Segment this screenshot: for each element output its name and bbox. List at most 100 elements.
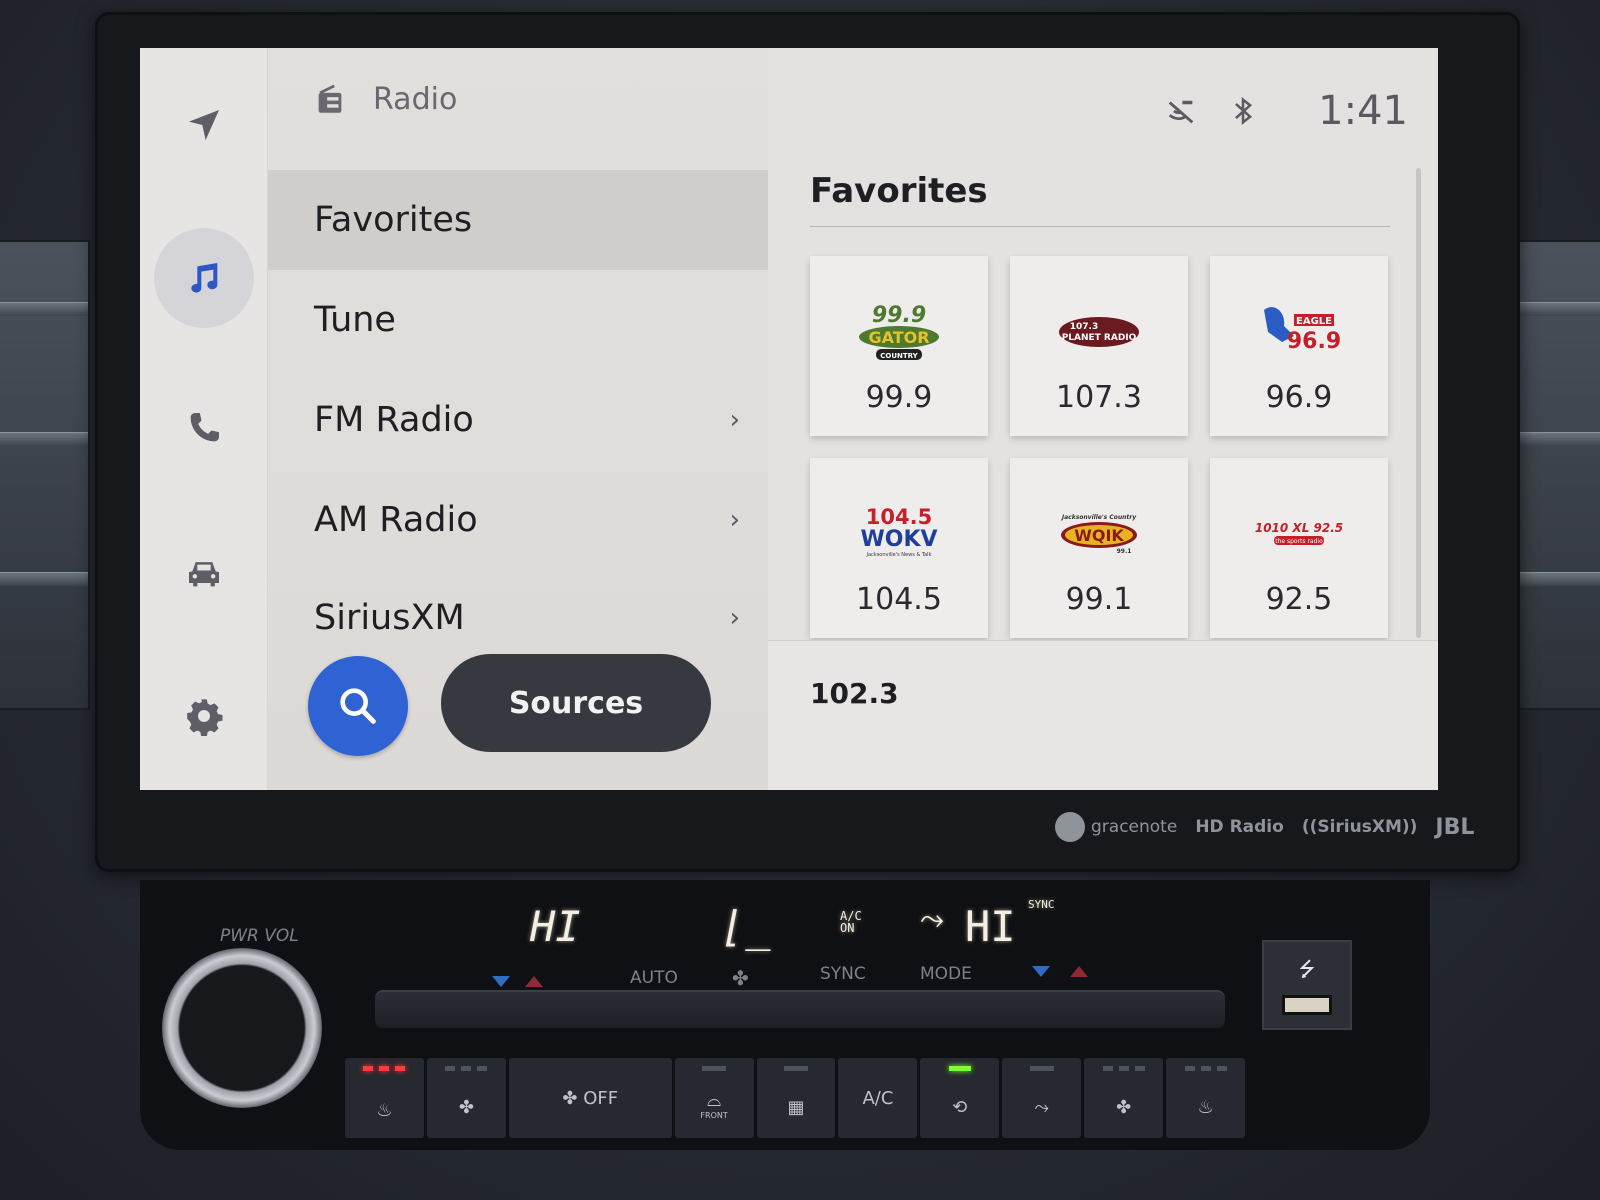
- fan-off-button[interactable]: ✤ OFF: [508, 1058, 672, 1138]
- menu-item-tune[interactable]: Tune: [268, 270, 768, 370]
- rail-item-vehicle[interactable]: [154, 523, 254, 623]
- power-volume-label: PWR VOL: [220, 926, 299, 946]
- climate-rocker-switches[interactable]: [375, 990, 1225, 1028]
- search-button[interactable]: [308, 656, 408, 756]
- station-logo: 99.9 GATOR COUNTRY: [839, 300, 959, 364]
- hd-radio-logo: HD Radio: [1195, 817, 1284, 837]
- menu-item-label: FM Radio: [314, 400, 474, 440]
- infotainment-screen: Radio Favorites Tune FM Radio › AM Radio…: [140, 48, 1438, 790]
- svg-text:Jacksonville's Country: Jacksonville's Country: [1061, 514, 1137, 521]
- driver-temperature: HI: [530, 902, 581, 951]
- heated-seat-icon: ♨: [376, 1099, 393, 1121]
- front-defrost-label: FRONT: [700, 1111, 728, 1120]
- fan-icon: ✤: [562, 1087, 578, 1109]
- rocker-label-auto: AUTO: [630, 968, 678, 988]
- favorites-title: Favorites: [810, 171, 988, 211]
- favorite-tile[interactable]: 107.3 PLANET RADIO 107.3: [1010, 256, 1188, 436]
- menu-item-am-radio[interactable]: AM Radio ›: [268, 470, 768, 570]
- usb-port[interactable]: ⭍: [1262, 940, 1352, 1030]
- wireless-charging-off-icon: [1168, 100, 1194, 124]
- station-logo: 1010 XL 92.5 the sports radio: [1239, 502, 1359, 566]
- climate-control-panel: PWR VOL HI ⌊_ A/C ON ⤳ HI SYNC AUTO ✤ SY…: [140, 880, 1430, 1150]
- rail-item-settings[interactable]: [154, 666, 254, 766]
- rocker-label-mode: MODE: [920, 964, 972, 984]
- airflow-mode-indicator: ⤳: [920, 902, 944, 937]
- fan-speed-indicator: ⌊_: [720, 902, 771, 951]
- menu-item-label: Tune: [314, 300, 396, 340]
- recirculation-button[interactable]: ⟲: [920, 1058, 1000, 1138]
- airflow-mode-button[interactable]: ⤳: [1002, 1058, 1082, 1138]
- favorites-scrollbar[interactable]: [1416, 168, 1421, 638]
- bluetooth-icon: [1235, 97, 1253, 125]
- phone-icon: [190, 413, 219, 442]
- svg-text:GATOR: GATOR: [868, 328, 929, 347]
- favorite-tile[interactable]: Jacksonville's Country WQIK 99.1 99.1: [1010, 458, 1188, 638]
- svg-text:EAGLE: EAGLE: [1296, 316, 1332, 327]
- station-frequency: 107.3: [1056, 380, 1142, 415]
- station-frequency: 99.1: [1065, 582, 1133, 617]
- rail-item-navigation[interactable]: [154, 75, 254, 175]
- favorite-tile[interactable]: 104.5 WOKV Jacksonville's News & Talk 104.…: [810, 458, 988, 638]
- station-logo: Jacksonville's Country WQIK 99.1: [1039, 502, 1159, 566]
- driver-ventilated-seat-button[interactable]: ✤: [426, 1058, 506, 1138]
- usb-socket: [1282, 995, 1332, 1015]
- jbl-logo: JBL: [1435, 814, 1475, 840]
- search-icon: [340, 688, 376, 724]
- navigation-arrow-icon: [189, 110, 219, 140]
- svg-text:WOKV: WOKV: [860, 527, 937, 552]
- radio-menu: Radio Favorites Tune FM Radio › AM Radio…: [268, 48, 768, 790]
- power-volume-knob[interactable]: [162, 948, 322, 1108]
- svg-text:1010 XL 92.5: 1010 XL 92.5: [1255, 521, 1343, 535]
- station-logo: EAGLE 96.9: [1239, 300, 1359, 364]
- svg-text:96.9: 96.9: [1287, 329, 1341, 354]
- fan-off-label: OFF: [583, 1087, 619, 1109]
- brand-strip: gracenote HD Radio ((SiriusXM)) JBL: [1055, 812, 1474, 842]
- ventilated-seat-icon: ✤: [458, 1096, 474, 1118]
- climate-button-row: ♨ ✤ ✤ OFF ⌓ FRONT ▦ A/C ⟲ ⤳ ✤ ♨: [345, 1058, 1246, 1138]
- driver-temp-up-icon: [525, 976, 543, 987]
- front-defrost-button[interactable]: ⌓ FRONT: [674, 1058, 754, 1138]
- ac-button[interactable]: A/C: [838, 1058, 918, 1138]
- fan-icon: ✤: [732, 966, 749, 990]
- gracenote-logo: gracenote: [1055, 812, 1177, 842]
- ac-label: A/C: [862, 1087, 894, 1109]
- now-playing-bar[interactable]: 102.3: [768, 640, 1438, 790]
- rail-item-phone[interactable]: [154, 378, 254, 478]
- favorites-panel: 1:41 Favorites 99.9 GATOR COUNTRY 99.9 107…: [768, 48, 1438, 790]
- sync-indicator: SYNC: [1028, 898, 1055, 911]
- favorite-tile[interactable]: 1010 XL 92.5 the sports radio 92.5: [1210, 458, 1388, 638]
- passenger-heated-seat-button[interactable]: ♨: [1166, 1058, 1246, 1138]
- clock: 1:41: [1318, 88, 1408, 134]
- chevron-right-icon: ›: [729, 405, 740, 435]
- rear-defrost-icon: ▦: [787, 1096, 805, 1118]
- rear-defrost-button[interactable]: ▦: [756, 1058, 836, 1138]
- menu-item-favorites[interactable]: Favorites: [268, 170, 768, 270]
- svg-text:Jacksonville's News & Talk: Jacksonville's News & Talk: [866, 552, 932, 558]
- passenger-temp-down-icon: [1032, 966, 1050, 977]
- music-note-icon: [191, 263, 218, 293]
- svg-text:PLANET RADIO: PLANET RADIO: [1062, 333, 1137, 343]
- favorite-tile[interactable]: EAGLE 96.9 96.9: [1210, 256, 1388, 436]
- sources-button[interactable]: Sources: [441, 654, 711, 752]
- radio-icon: [318, 84, 342, 113]
- usb-icon: ⭍: [1298, 957, 1316, 981]
- menu-item-label: AM Radio: [314, 500, 478, 540]
- app-header: Radio: [313, 82, 457, 117]
- driver-heated-seat-button[interactable]: ♨: [345, 1058, 424, 1138]
- menu-item-siriusxm[interactable]: SiriusXM ›: [268, 568, 768, 668]
- passenger-ventilated-seat-button[interactable]: ✤: [1084, 1058, 1164, 1138]
- front-defrost-icon: ⌓: [706, 1090, 722, 1111]
- car-icon: [189, 562, 219, 587]
- svg-text:99.9: 99.9: [872, 303, 926, 328]
- station-frequency: 99.9: [865, 380, 933, 415]
- heated-seat-icon: ♨: [1197, 1096, 1214, 1118]
- svg-text:WQIK: WQIK: [1074, 526, 1124, 545]
- left-air-vent: [0, 240, 90, 710]
- recirculation-icon: ⟲: [952, 1096, 968, 1118]
- menu-item-fm-radio[interactable]: FM Radio ›: [268, 370, 768, 470]
- station-frequency: 92.5: [1265, 582, 1333, 617]
- rail-item-media[interactable]: [154, 228, 254, 328]
- favorite-tile[interactable]: 99.9 GATOR COUNTRY 99.9: [810, 256, 988, 436]
- svg-text:104.5: 104.5: [866, 505, 932, 529]
- station-frequency: 96.9: [1265, 380, 1333, 415]
